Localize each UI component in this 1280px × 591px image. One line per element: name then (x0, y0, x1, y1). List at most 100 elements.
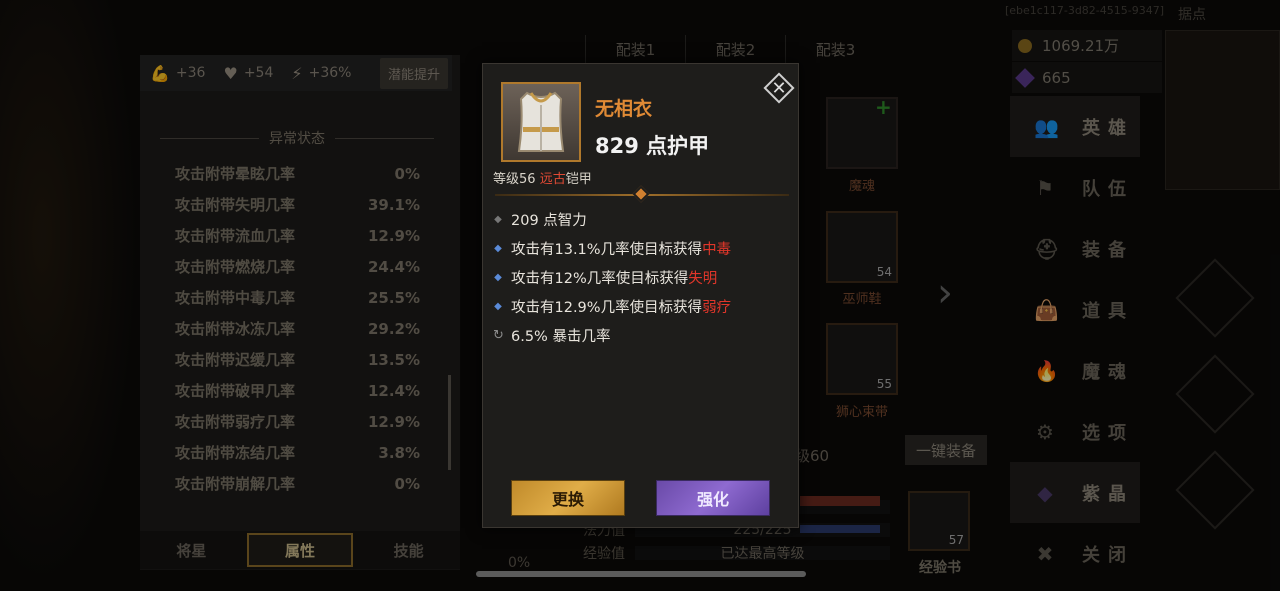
menu-item-hero[interactable]: 👥 英雄 (1010, 96, 1140, 157)
menu-item-equipment[interactable]: ⛑ 装备 (1010, 218, 1140, 279)
affix-text-main: 攻击有12.9%几率使目标获得 (511, 300, 703, 316)
gem-row: 665 (1012, 62, 1162, 93)
menu-label: 紫晶 (1082, 483, 1134, 505)
stat-speed-value: +36% (308, 65, 352, 81)
stat-label: 攻击附带弱疗几率 (175, 413, 296, 431)
chevron-right-icon[interactable]: › (937, 270, 953, 316)
stat-row: 攻击附带中毒几率 25.5% (175, 282, 420, 313)
tab-loadout-2[interactable]: 配装2 (685, 35, 785, 63)
item-meta: 等级56 远古铠甲 (493, 168, 592, 187)
belt-slot[interactable]: 55 (826, 323, 898, 395)
stat-label: 攻击附带冻结几率 (175, 444, 296, 462)
home-indicator[interactable] (476, 571, 806, 577)
stat-strength-value: +36 (175, 65, 206, 81)
gem-amount: 665 (1042, 68, 1071, 87)
stat-value: 12.9% (367, 226, 420, 245)
gold-amount: 1069.21万 (1042, 37, 1120, 55)
item-detail-modal: ✕ 无相衣 829 点护甲 等级56 远古铠甲 ◆ 209 点智力 ◆ 攻击有13.… (482, 63, 799, 528)
upgrade-button[interactable]: 强化 (656, 480, 770, 516)
exp-book-slot[interactable]: 57 (908, 491, 970, 551)
menu-item-crystal[interactable]: ◆ 紫晶 (1010, 462, 1140, 523)
strength-icon: 💪 (150, 63, 170, 83)
main-menu: 👥 英雄 ⚑ 队伍 ⛑ 装备 👜 道具 🔥 魔魂 ⚙ 选项 ◆ 紫晶 ✖ 关闭 (1010, 96, 1140, 584)
gear-icon: ⚙ (1036, 419, 1054, 444)
minimap[interactable] (1165, 30, 1280, 190)
affix-text: 209 点智力 (511, 213, 587, 229)
menu-label: 关闭 (1082, 544, 1134, 566)
heart-icon: ♥ (223, 63, 238, 83)
menu-label: 英雄 (1082, 117, 1134, 139)
stat-value: 24.4% (367, 257, 420, 276)
flame-icon: 🔥 (1034, 358, 1059, 383)
stat-label: 攻击附带燃烧几率 (175, 258, 296, 276)
stat-label: 攻击附带冰冻几率 (175, 320, 296, 338)
tab-star[interactable]: 将星 (140, 531, 243, 569)
hero-icon: 👥 (1034, 114, 1059, 139)
menu-item-options[interactable]: ⚙ 选项 (1010, 401, 1140, 462)
tab-skills[interactable]: 技能 (357, 531, 460, 569)
menu-item-items[interactable]: 👜 道具 (1010, 279, 1140, 340)
exp-bar-row: 经验值 已达最高等级 (560, 541, 890, 564)
purple-gem-icon (1015, 67, 1035, 88)
stat-value: 13.5% (367, 350, 420, 369)
stat-label: 攻击附带流血几率 (175, 227, 296, 245)
tab-loadout-3[interactable]: 配装3 (785, 35, 885, 63)
stat-list-scrollbar[interactable] (448, 375, 451, 470)
potential-boost-button[interactable]: 潜能提升 (379, 57, 448, 89)
quick-button-hero[interactable] (1175, 258, 1255, 338)
replace-button[interactable]: 更换 (511, 480, 625, 516)
bar-label: 经验值 (583, 545, 625, 562)
stat-row: 攻击附带冰冻几率 29.2% (175, 313, 420, 344)
stronghold-text: 据点 (1178, 7, 1206, 23)
affix-row: ◆ 攻击有12%几率使目标获得失明 (493, 263, 793, 292)
gold-row: 1069.21万 (1012, 30, 1162, 61)
stat-speed: ⚡ +36% (291, 64, 351, 83)
quick-button-menu[interactable] (1175, 450, 1255, 530)
stat-health-value: +54 (243, 65, 274, 81)
stat-row: 攻击附带失明几率 39.1% (175, 189, 420, 220)
stat-label: 攻击附带中毒几率 (175, 289, 296, 307)
belt-label: 狮心束带 (835, 405, 888, 420)
stat-value: 12.9% (367, 412, 420, 431)
stat-label: 攻击附带失明几率 (175, 196, 296, 214)
currency-panel: 1069.21万 665 (1012, 30, 1162, 94)
stat-label: 攻击附带破甲几率 (175, 382, 296, 400)
status-stat-list[interactable]: 攻击附带晕眩几率 0% 攻击附带失明几率 39.1% 攻击附带流血几率 12.9% 攻… (175, 158, 420, 499)
quick-button-potion[interactable] (1175, 354, 1255, 434)
tab-attributes[interactable]: 属性 (246, 533, 354, 567)
bag-icon: 👜 (1034, 297, 1059, 322)
stat-value: 0% (394, 164, 420, 183)
tab-loadout-1[interactable]: 配装1 (585, 35, 685, 63)
menu-item-soul[interactable]: 🔥 魔魂 (1010, 340, 1140, 401)
stat-value: 39.1% (367, 195, 420, 214)
stat-row: 攻击附带晕眩几率 0% (175, 158, 420, 189)
stat-value: 29.2% (367, 319, 420, 338)
bar-text: 已达最高等级 (635, 545, 890, 562)
divider (335, 137, 434, 139)
stat-label: 攻击附带晕眩几率 (175, 165, 296, 183)
menu-item-team[interactable]: ⚑ 队伍 (1010, 157, 1140, 218)
affix-text: 攻击有12.9%几率使目标获得弱疗 (511, 296, 731, 317)
refresh-ring-icon: ↻ (493, 328, 504, 343)
boots-label: 巫师鞋 (842, 292, 882, 307)
hp-bar-fill (800, 496, 880, 506)
session-id-text: [ebe1c117-3d82-4515-9347] (1005, 4, 1165, 17)
close-frame (763, 72, 795, 104)
affix-text: 攻击有12%几率使目标获得失明 (511, 267, 717, 288)
affix-row: ↻ 6.5% 暴击几率 (493, 321, 793, 350)
stat-row: 攻击附带冻结几率 3.8% (175, 437, 420, 468)
stat-value: 3.8% (378, 443, 420, 462)
close-button[interactable]: ✕ (763, 72, 795, 104)
menu-label: 装备 (1082, 239, 1134, 261)
boots-slot[interactable]: 54 (826, 211, 898, 283)
item-icon-frame (501, 82, 581, 162)
menu-item-close[interactable]: ✖ 关闭 (1010, 523, 1140, 584)
close-icon: ✖ (1036, 541, 1054, 566)
stat-health: ♥ +54 (223, 64, 273, 83)
soul-slot-label: 魔魂 (848, 179, 875, 194)
stat-label: 攻击附带迟缓几率 (175, 351, 296, 369)
loadout-tabs: 配装1 配装2 配装3 (585, 35, 885, 63)
one-key-equip-button[interactable]: 一键装备 (905, 435, 987, 465)
hero-tabs: 将星 属性 技能 (140, 531, 460, 569)
gold-coin-icon (1018, 38, 1032, 53)
